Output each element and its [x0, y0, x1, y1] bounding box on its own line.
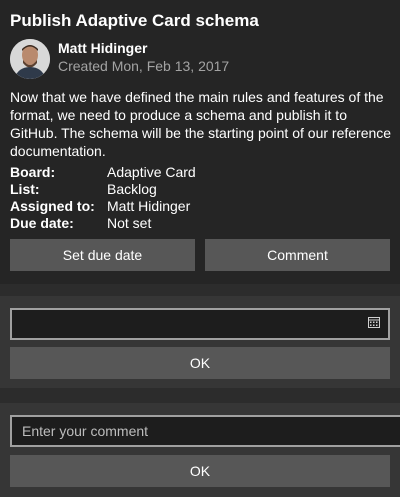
fact-row: Assigned to: Matt Hidinger [10, 198, 196, 215]
fact-value: Not set [107, 215, 152, 231]
comment-input[interactable] [10, 415, 400, 447]
due-date-ok-button[interactable]: OK [10, 347, 390, 379]
section-divider [0, 284, 400, 296]
fact-row: List: Backlog [10, 181, 196, 198]
fact-set: Board: Adaptive Card List: Backlog Assig… [10, 164, 196, 232]
due-date-input[interactable] [10, 308, 390, 340]
section-divider [0, 388, 400, 403]
comment-ok-button[interactable]: OK [10, 455, 390, 487]
fact-value: Matt Hidinger [107, 198, 191, 214]
fact-value: Backlog [107, 181, 157, 197]
set-due-date-button[interactable]: Set due date [10, 239, 195, 271]
adaptive-card: Publish Adaptive Card schema Matt Hiding… [0, 0, 400, 284]
person-avatar-icon [10, 39, 50, 79]
fact-title: Assigned to: [10, 198, 95, 214]
created-date: Created Mon, Feb 13, 2017 [58, 58, 230, 74]
calendar-icon[interactable] [368, 317, 380, 328]
fact-row: Due date: Not set [10, 215, 196, 232]
card-title: Publish Adaptive Card schema [10, 11, 259, 30]
comment-button[interactable]: Comment [205, 239, 390, 271]
fact-value: Adaptive Card [107, 164, 196, 180]
fact-title: List: [10, 181, 40, 197]
card-description: Now that we have defined the main rules … [10, 89, 392, 159]
avatar [10, 39, 50, 79]
author-name: Matt Hidinger [58, 40, 148, 56]
fact-row: Board: Adaptive Card [10, 164, 196, 181]
fact-title: Due date: [10, 215, 74, 231]
fact-title: Board: [10, 164, 56, 180]
